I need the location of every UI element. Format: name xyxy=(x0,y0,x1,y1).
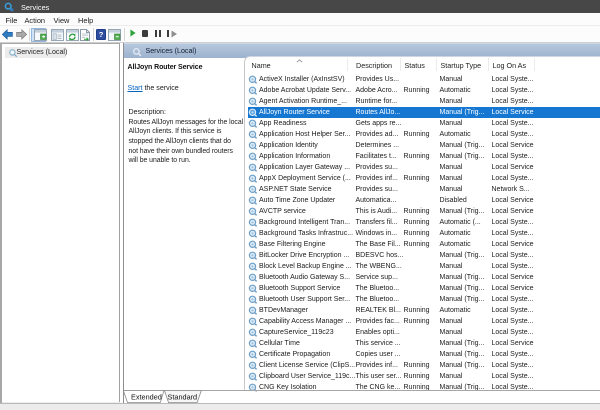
svg-text:Extended: Extended xyxy=(131,392,162,401)
svg-text:Standard: Standard xyxy=(168,392,198,401)
svg-text:?: ? xyxy=(98,30,103,39)
